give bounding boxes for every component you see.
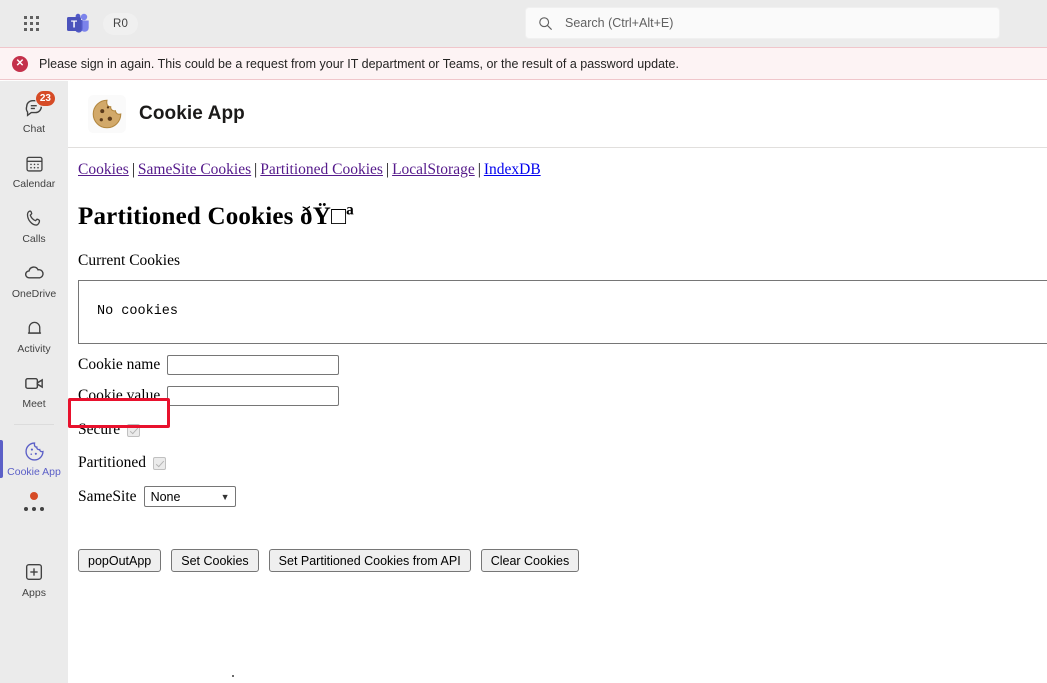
nav-link-cookies[interactable]: Cookies [78, 161, 129, 178]
cookie-value-input[interactable] [167, 386, 339, 406]
app-launcher-waffle-icon[interactable] [13, 6, 49, 42]
search-icon [538, 16, 553, 31]
action-buttons: popOutApp Set Cookies Set Partitioned Co… [78, 549, 579, 572]
cookies-output-box: No cookies [78, 280, 1047, 344]
cookie-name-input[interactable] [167, 355, 339, 375]
calendar-icon [24, 150, 45, 176]
chat-icon: 23 [23, 95, 45, 121]
top-bar: T R0 Search (Ctrl+Alt+E) [0, 0, 1047, 47]
nav-separator: | [251, 161, 260, 178]
cookie-value-label: Cookie value [78, 387, 160, 405]
sidebar-item-chat[interactable]: 23 Chat [0, 88, 68, 143]
samesite-select[interactable]: None ▼ [144, 486, 236, 507]
more-options-notification-dot [30, 492, 38, 500]
partitioned-checkbox[interactable] [153, 457, 166, 470]
sidebar-item-calendar[interactable]: Calendar [0, 143, 68, 198]
current-cookies-label: Current Cookies [78, 252, 1047, 270]
bell-icon [24, 315, 45, 341]
secure-row: Secure [78, 421, 1047, 439]
sidebar-item-label: Apps [22, 588, 46, 600]
banner-message: Please sign in again. This could be a re… [39, 57, 679, 71]
sidebar-item-label: Calendar [13, 179, 56, 191]
sidebar-item-activity[interactable]: Activity [0, 308, 68, 363]
cloud-icon [23, 260, 46, 286]
sidebar-item-label: OneDrive [12, 289, 56, 301]
svg-text:T: T [71, 19, 77, 30]
nav-separator: | [129, 161, 138, 178]
samesite-selected-value: None [151, 490, 181, 504]
cookie-name-row: Cookie name [78, 355, 1047, 375]
sidebar-item-label: Activity [17, 344, 50, 356]
set-partitioned-cookies-from-api-button[interactable]: Set Partitioned Cookies from API [269, 549, 471, 572]
search-input[interactable]: Search (Ctrl+Alt+E) [525, 7, 1000, 39]
calls-icon [24, 205, 45, 231]
sidebar-more-options-button[interactable] [0, 486, 68, 532]
secure-checkbox[interactable] [127, 424, 140, 437]
app-header: Cookie App [68, 81, 1047, 148]
account-chip[interactable]: R0 [103, 13, 138, 35]
waffle-grid [24, 16, 39, 31]
video-camera-icon [23, 370, 46, 396]
sidebar-item-label: Chat [23, 124, 45, 136]
sidebar-item-meet[interactable]: Meet [0, 363, 68, 418]
search-placeholder: Search (Ctrl+Alt+E) [565, 16, 673, 30]
ellipsis-icon [24, 507, 44, 511]
cookie-icon [23, 438, 46, 464]
clear-cookies-button[interactable]: Clear Cookies [481, 549, 580, 572]
sidebar-item-label: Meet [22, 399, 45, 411]
nav-links: Cookies|SameSite Cookies|Partitioned Coo… [78, 161, 1047, 179]
secure-label: Secure [78, 421, 120, 439]
app-content: Cookies|SameSite Cookies|Partitioned Coo… [68, 148, 1047, 683]
sidebar-item-label: Cookie App [7, 467, 61, 479]
nav-separator: | [475, 161, 484, 178]
cookie-value-row: Cookie value [78, 386, 1047, 406]
nav-link-indexdb[interactable]: IndexDB [484, 161, 541, 178]
sidebar-item-onedrive[interactable]: OneDrive [0, 253, 68, 308]
sidebar-item-cookie-app[interactable]: Cookie App [0, 431, 68, 486]
error-circle-icon: ✕ [12, 56, 28, 72]
cookies-output-text: No cookies [97, 304, 178, 319]
plus-square-icon [23, 559, 45, 585]
teams-logo-icon[interactable]: T [65, 11, 91, 37]
chevron-down-icon: ▼ [221, 492, 230, 502]
sidebar-item-label: Calls [22, 234, 45, 246]
samesite-row: SameSite None ▼ [78, 486, 1047, 507]
cookie-name-label: Cookie name [78, 356, 160, 374]
nav-separator: | [383, 161, 392, 178]
sidebar-item-apps[interactable]: Apps [0, 552, 68, 607]
samesite-label: SameSite [78, 488, 137, 506]
cookie-emoji-icon [88, 95, 126, 133]
rail-divider [14, 424, 54, 425]
sign-in-error-banner: ✕ Please sign in again. This could be a … [0, 47, 1047, 80]
account-chip-label: R0 [113, 18, 128, 30]
partitioned-label: Partitioned [78, 454, 146, 472]
left-rail: 23 Chat Calendar Calls OneDrive [0, 81, 68, 683]
partitioned-row: Partitioned [78, 454, 1047, 472]
page-title: Cookie App [139, 103, 245, 125]
sidebar-item-calls[interactable]: Calls [0, 198, 68, 253]
nav-link-localstorage[interactable]: LocalStorage [392, 161, 475, 178]
stray-dot [232, 675, 234, 677]
search-container: Search (Ctrl+Alt+E) [525, 7, 1000, 39]
section-heading: Partitioned Cookies ðŸ□ª [78, 203, 1047, 231]
set-cookies-button[interactable]: Set Cookies [171, 549, 258, 572]
nav-link-partitioned-cookies[interactable]: Partitioned Cookies [260, 161, 383, 178]
popoutapp-button[interactable]: popOutApp [78, 549, 161, 572]
chat-unread-badge: 23 [35, 90, 56, 107]
nav-link-samesite-cookies[interactable]: SameSite Cookies [138, 161, 251, 178]
